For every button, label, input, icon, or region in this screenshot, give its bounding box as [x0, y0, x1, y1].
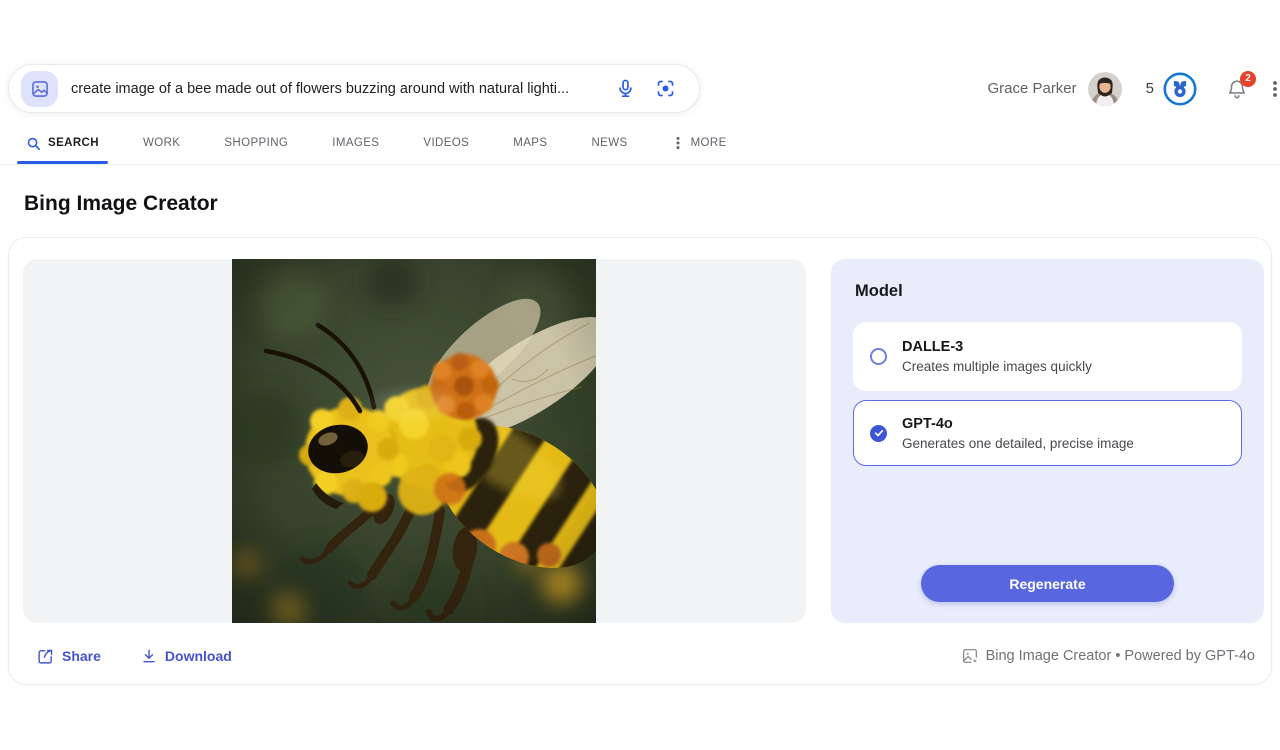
tab-maps[interactable]: MAPS: [513, 122, 547, 164]
microphone-icon: [615, 78, 636, 99]
share-icon: [37, 648, 54, 665]
user-area: Grace Parker 5: [940, 64, 1280, 113]
radio-dalle3[interactable]: [870, 348, 887, 365]
search-magnifier-icon: [26, 136, 41, 151]
share-button[interactable]: Share: [37, 648, 101, 665]
search-bar: [8, 64, 700, 113]
generated-image-panel: [23, 259, 806, 623]
tab-news[interactable]: NEWS: [591, 122, 627, 164]
notification-badge: 2: [1240, 71, 1256, 87]
tab-more[interactable]: MORE: [672, 122, 727, 164]
model-panel: Model DALLE-3 Creates multiple images qu…: [831, 259, 1264, 623]
card-footer: Share Download: [37, 644, 1255, 668]
search-input[interactable]: [71, 81, 605, 97]
visual-search-button[interactable]: [645, 69, 685, 109]
model-option-description: Creates multiple images quickly: [902, 359, 1092, 374]
model-option-name: DALLE-3: [902, 339, 1092, 355]
download-button[interactable]: Download: [141, 648, 232, 664]
user-name[interactable]: Grace Parker: [987, 80, 1076, 97]
visual-search-icon: [655, 78, 676, 99]
overflow-menu-icon[interactable]: [1266, 78, 1280, 100]
powered-by-credit: Bing Image Creator • Powered by GPT-4o: [961, 647, 1255, 665]
tab-work[interactable]: WORK: [143, 122, 180, 164]
tab-shopping[interactable]: SHOPPING: [224, 122, 288, 164]
image-icon: [30, 79, 50, 99]
creator-card: Model DALLE-3 Creates multiple images qu…: [8, 237, 1272, 685]
primary-nav: SEARCH WORK SHOPPING IMAGES VIDEOS MAPS …: [0, 122, 1280, 165]
generated-bee-image[interactable]: [232, 259, 596, 623]
notifications-button[interactable]: 2: [1226, 78, 1248, 100]
tab-images[interactable]: IMAGES: [332, 122, 379, 164]
model-option-name: GPT-4o: [902, 416, 1134, 432]
page-title: Bing Image Creator: [24, 192, 218, 216]
image-prompt-chip[interactable]: [21, 71, 58, 107]
model-option-dalle3[interactable]: DALLE-3 Creates multiple images quickly: [853, 322, 1242, 391]
image-creator-icon: [961, 647, 979, 665]
microphone-button[interactable]: [605, 69, 645, 109]
regenerate-button[interactable]: Regenerate: [921, 565, 1174, 602]
model-panel-title: Model: [855, 282, 1242, 301]
tab-videos[interactable]: VIDEOS: [423, 122, 469, 164]
check-icon: [874, 428, 884, 438]
download-icon: [141, 648, 157, 664]
active-tab-underline: [17, 161, 108, 164]
rewards-medal-icon[interactable]: [1163, 72, 1197, 106]
radio-gpt4o[interactable]: [870, 425, 887, 442]
model-option-description: Generates one detailed, precise image: [902, 436, 1134, 451]
avatar[interactable]: [1088, 72, 1122, 106]
more-dots-icon: [672, 136, 684, 150]
model-option-gpt4o[interactable]: GPT-4o Generates one detailed, precise i…: [853, 400, 1242, 466]
tab-search[interactable]: SEARCH: [26, 122, 99, 164]
rewards-points[interactable]: 5: [1146, 80, 1154, 97]
